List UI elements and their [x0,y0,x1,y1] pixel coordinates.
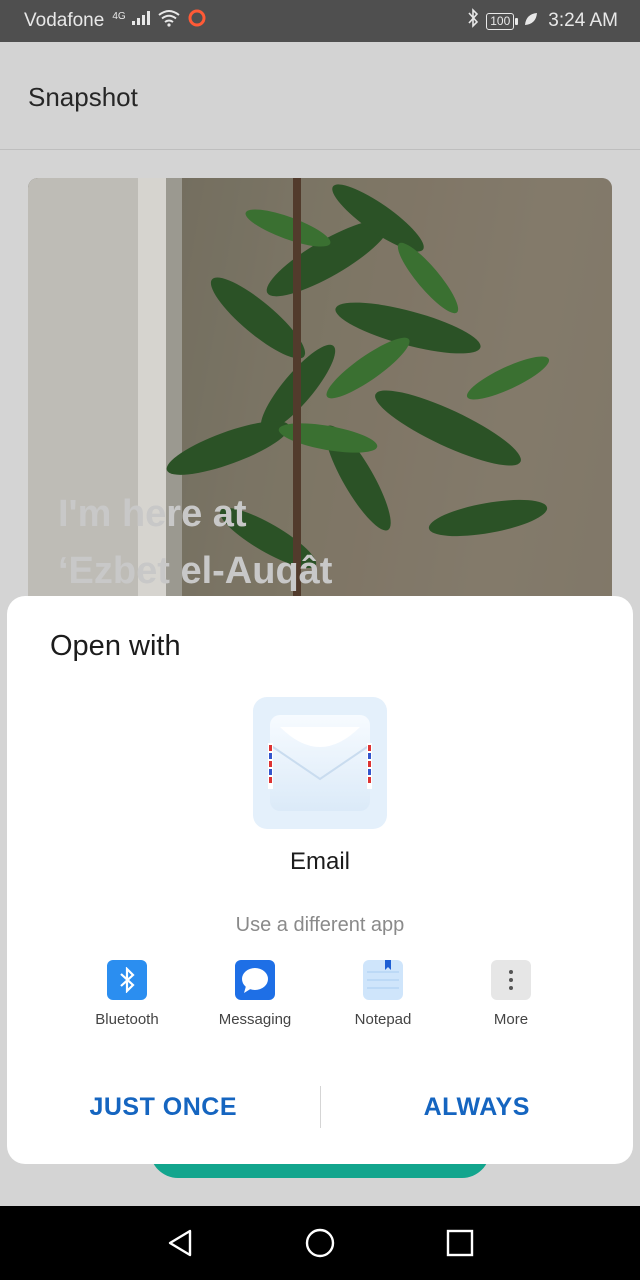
app-option-label: Notepad [354,1011,412,1028]
more-icon [491,960,531,1000]
dialog-buttons: JUST ONCE ALWAYS [7,1066,633,1148]
screen: Vodafone 4G 100 3:24 AM Snapshot I'm her… [0,0,640,1280]
clock: 3:24 AM [548,10,618,31]
bluetooth-status-icon [466,8,480,34]
app-option-label: More [493,1011,529,1028]
messaging-icon [235,960,275,1000]
app-option-bluetooth[interactable]: Bluetooth [63,960,191,1028]
status-bar: Vodafone 4G 100 3:24 AM [0,0,640,42]
recents-icon[interactable] [440,1223,480,1263]
email-icon [268,715,372,811]
email-app-tile[interactable] [253,697,387,829]
signal-icon: 4G [110,10,151,32]
app-option-notepad[interactable]: Notepad [319,960,447,1028]
open-with-dialog: Open with Email Use a different app Blue… [7,596,633,1164]
always-button[interactable]: ALWAYS [321,1093,634,1122]
network-type: 4G [112,10,126,22]
navigation-bar [0,1206,640,1280]
home-icon[interactable] [300,1223,340,1263]
app-option-label: Bluetooth [95,1011,159,1028]
app-choices: Bluetooth Messaging Notepad More [7,960,633,1040]
back-icon[interactable] [160,1223,200,1263]
use-different-app-label: Use a different app [235,914,405,936]
leaf-icon [524,10,538,32]
notification-ring-icon [187,8,207,34]
app-option-messaging[interactable]: Messaging [191,960,319,1028]
email-app-label: Email [289,848,350,875]
bluetooth-icon [107,960,147,1000]
just-once-button[interactable]: JUST ONCE [7,1093,320,1122]
app-option-label: Messaging [218,1011,292,1028]
battery-icon: 100 [486,12,519,30]
app-option-more[interactable]: More [447,960,575,1028]
wifi-icon [157,9,181,33]
dialog-title: Open with [50,630,181,662]
carrier-name: Vodafone [24,10,105,31]
notepad-icon [363,960,403,1000]
